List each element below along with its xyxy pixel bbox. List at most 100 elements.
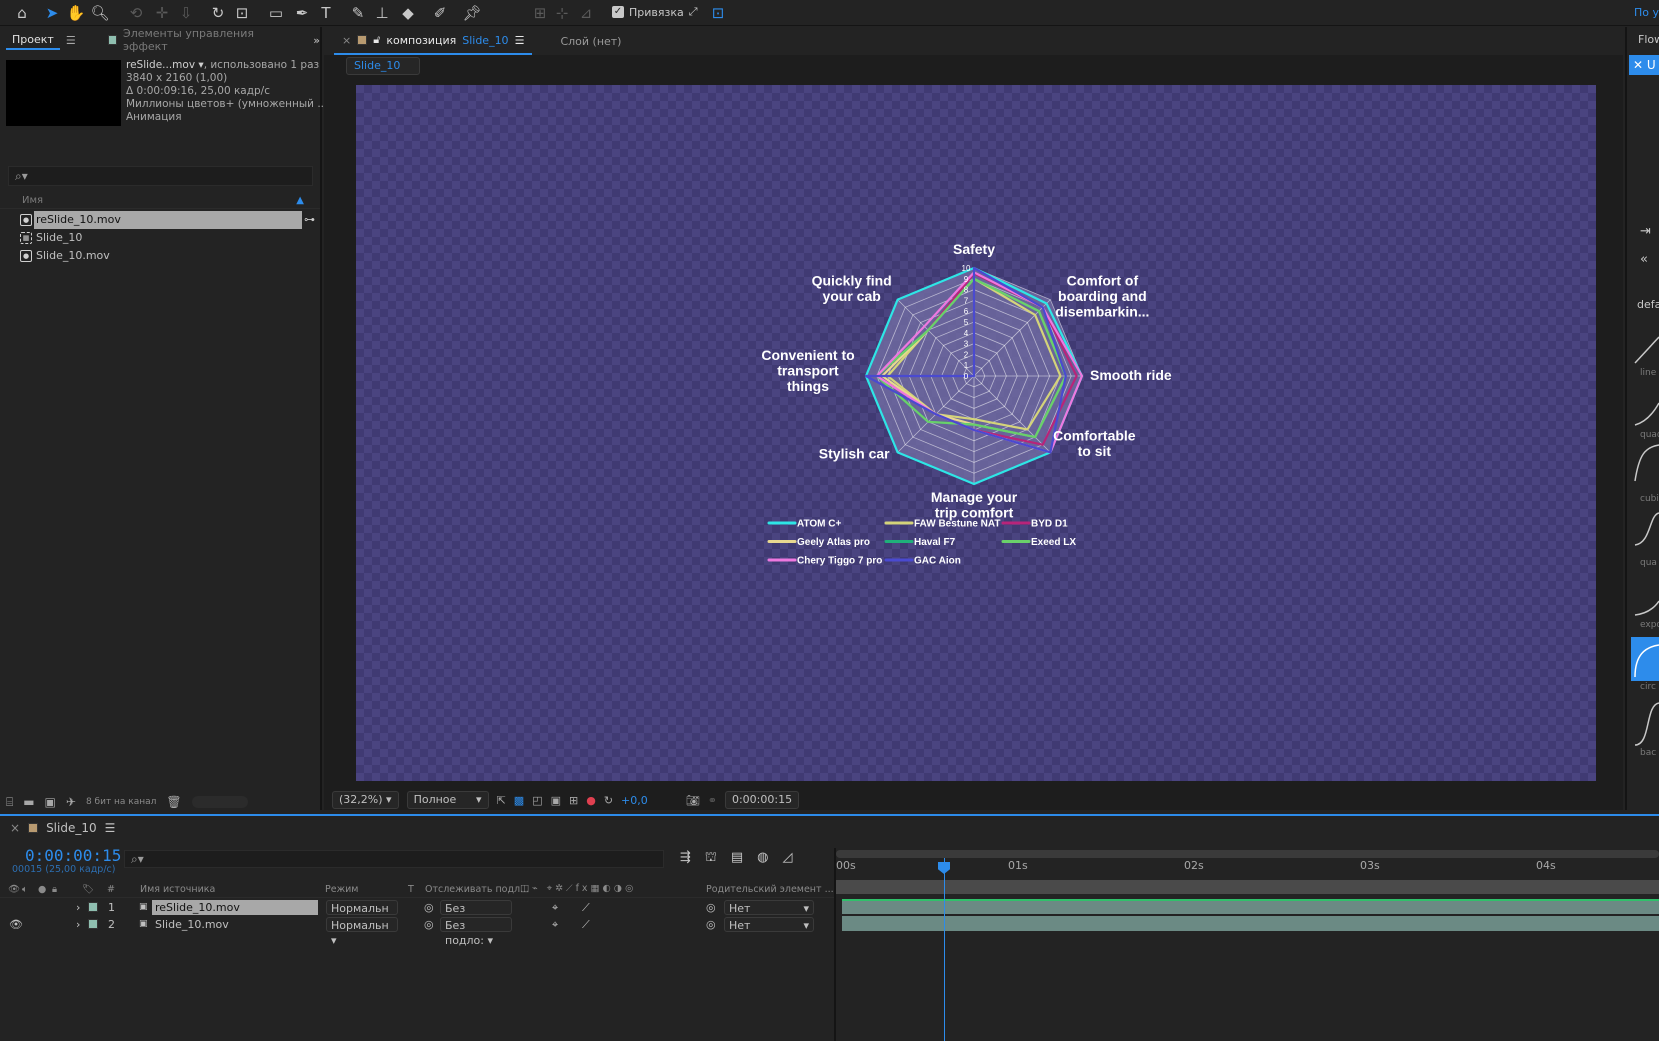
- track-matte-pickwhip-icon[interactable]: ◎: [424, 900, 434, 915]
- close-icon[interactable]: ×: [342, 34, 351, 47]
- resolution-dropdown[interactable]: Полное ▾: [406, 791, 489, 809]
- project-settings-icon[interactable]: ✈: [66, 795, 76, 809]
- track-matte-dropdown[interactable]: Без подло: ▾: [440, 900, 512, 930]
- hand-tool-icon[interactable]: ✋: [66, 3, 86, 23]
- column-header-name[interactable]: Имя ▲: [0, 193, 320, 209]
- thumbnail-size-slider[interactable]: [191, 796, 248, 808]
- rectangle-tool-icon[interactable]: ▭: [266, 3, 286, 23]
- time-navigator[interactable]: [836, 850, 1659, 858]
- new-folder-icon[interactable]: ▬: [23, 795, 34, 809]
- lock-icon[interactable]: 🔒︎: [52, 884, 57, 895]
- home-icon[interactable]: ⌂: [12, 3, 32, 23]
- quality-icon[interactable]: ⟋: [582, 917, 590, 932]
- track-matte-pickwhip-icon[interactable]: ◎: [424, 917, 434, 932]
- layer-bar-2[interactable]: [842, 916, 1659, 931]
- flowchart-icon[interactable]: ⊶: [304, 213, 315, 226]
- lock-icon[interactable]: 🔓︎: [373, 33, 380, 47]
- layer-row-2[interactable]: 👁︎ › 2 ▣ Slide_10.mov Нормальн ▾ ◎ Без п…: [0, 916, 835, 947]
- collapse-icon[interactable]: «: [1640, 252, 1648, 267]
- close-icon[interactable]: ×: [10, 821, 20, 835]
- blend-mode-dropdown[interactable]: Нормальн ▾: [326, 900, 398, 930]
- world-axis-icon[interactable]: ⊹: [552, 3, 572, 23]
- local-axis-icon[interactable]: ⊞: [530, 3, 550, 23]
- col-mode[interactable]: Режим: [325, 884, 358, 895]
- guides-icon[interactable]: ⊞: [569, 794, 578, 807]
- dolly-camera-icon[interactable]: ⇩: [176, 3, 196, 23]
- fast-preview-icon[interactable]: ⇱: [497, 794, 506, 807]
- preset-default-label[interactable]: defa: [1637, 298, 1659, 311]
- type-tool-icon[interactable]: T: [316, 3, 336, 23]
- work-area-bar[interactable]: [836, 880, 1659, 894]
- bit-depth-label[interactable]: 8 бит на канал: [86, 797, 156, 807]
- comp-mini-flowchart-icon[interactable]: ⇶: [680, 850, 691, 867]
- expand-arrow-icon[interactable]: ›: [76, 916, 80, 933]
- workspace-label[interactable]: По у: [1634, 6, 1659, 19]
- graph-editor-icon[interactable]: ◿: [783, 850, 793, 867]
- list-item[interactable]: Slide_10.mov: [0, 247, 302, 265]
- flow-close-button[interactable]: ✕ U: [1629, 55, 1659, 75]
- visibility-eye-icon[interactable]: 👁︎: [9, 916, 23, 933]
- current-time-indicator[interactable]: [944, 858, 945, 1041]
- puppet-pin-icon[interactable]: 📌︎: [462, 3, 482, 23]
- parent-pickwhip-icon[interactable]: ◎: [706, 900, 716, 915]
- switch-icons[interactable]: ◫⌁ ⌖✲⟋fx▦◐◑◎: [520, 883, 636, 894]
- trash-icon[interactable]: 🗑︎: [166, 795, 181, 809]
- current-time-field[interactable]: 0:00:00:15: [724, 791, 800, 809]
- panel-menu-icon[interactable]: ☰: [515, 34, 525, 47]
- panel-overflow-icon[interactable]: »: [313, 34, 320, 47]
- flow-tab[interactable]: Flow: [1638, 33, 1659, 46]
- orbit-camera-icon[interactable]: ⟲: [126, 3, 146, 23]
- pen-tool-icon[interactable]: ✒: [292, 3, 312, 23]
- timeline-divider[interactable]: [834, 848, 836, 1041]
- pan-camera-icon[interactable]: ✛: [152, 3, 172, 23]
- blend-mode-dropdown[interactable]: Нормальн ▾: [326, 917, 398, 947]
- project-search-input[interactable]: ⌕▾: [8, 166, 313, 186]
- parent-dropdown[interactable]: Нет ▾: [724, 917, 814, 932]
- layer-row-1[interactable]: › 1 ▣ reSlide_10.mov Нормальн ▾ ◎ Без по…: [0, 899, 835, 930]
- exposure-value[interactable]: +0,0: [621, 794, 648, 807]
- snap-checkbox[interactable]: ✓: [612, 6, 624, 18]
- anchor-tool-icon[interactable]: ⊡: [232, 3, 252, 23]
- new-composition-icon[interactable]: ▣: [45, 795, 56, 809]
- list-item[interactable]: Slide_10: [0, 229, 302, 247]
- panel-menu-icon[interactable]: ☰: [105, 821, 116, 835]
- view-axis-icon[interactable]: ⊿: [576, 3, 596, 23]
- composition-canvas[interactable]: 10 9 8 7 6 5 4 3 2 1 0 Safety Comfort of boarding an…: [356, 85, 1596, 781]
- reset-exposure-icon[interactable]: ↻: [604, 794, 613, 807]
- zoom-tool-icon[interactable]: 🔍︎: [90, 3, 110, 23]
- timeline-search-input[interactable]: ⌕▾: [124, 850, 664, 868]
- expand-arrow-icon[interactable]: ›: [76, 899, 80, 916]
- parent-pickwhip-icon[interactable]: ◎: [706, 917, 716, 932]
- collapse-transform-icon[interactable]: ⌖: [552, 900, 558, 915]
- motion-blur-icon[interactable]: ◍: [757, 850, 768, 867]
- quality-icon[interactable]: ⟋: [582, 900, 590, 915]
- eraser-tool-icon[interactable]: ◆: [398, 3, 418, 23]
- layer-name[interactable]: Slide_10.mov: [152, 917, 318, 932]
- tab-effect-controls[interactable]: Элементы управления эффект: [123, 27, 287, 53]
- snapshot-icon[interactable]: 📷︎: [686, 794, 700, 807]
- roto-brush-icon[interactable]: ✐: [430, 3, 450, 23]
- region-of-interest-icon[interactable]: ▣: [551, 794, 561, 807]
- parent-dropdown[interactable]: Нет ▾: [724, 900, 814, 915]
- layer-bar-1[interactable]: [842, 899, 1659, 914]
- breadcrumb[interactable]: Slide_10: [346, 57, 420, 75]
- tab-layer[interactable]: Слой (нет): [560, 35, 621, 48]
- snap-grid-icon[interactable]: ⊡: [708, 3, 728, 23]
- col-track-matte[interactable]: Отслеживать подл...: [425, 884, 529, 895]
- collapse-transform-icon[interactable]: ⌖: [552, 917, 558, 932]
- transparency-grid-icon[interactable]: ▩: [514, 794, 524, 807]
- show-snapshot-icon[interactable]: ⚭: [708, 794, 717, 807]
- label-icon[interactable]: 🏷︎: [82, 884, 94, 895]
- solo-icon[interactable]: ●: [38, 884, 46, 895]
- color-channel-icon[interactable]: ●: [586, 794, 596, 807]
- snap-toggle[interactable]: ✓ Привязка ⤢: [612, 5, 698, 19]
- timeline-tab[interactable]: × Slide_10 ☰: [0, 816, 115, 840]
- video-toggle-icon[interactable]: 👁︎: [8, 884, 20, 895]
- interpret-footage-icon[interactable]: ⌸: [6, 795, 13, 810]
- panel-menu-icon[interactable]: ☰: [66, 34, 76, 47]
- col-parent[interactable]: Родительский элемент ...: [706, 884, 834, 895]
- zoom-dropdown[interactable]: (32,2%) ▾: [332, 791, 399, 809]
- label-color-swatch[interactable]: [88, 919, 98, 929]
- clone-stamp-icon[interactable]: ⊥: [372, 3, 392, 23]
- label-color-swatch[interactable]: [88, 902, 98, 912]
